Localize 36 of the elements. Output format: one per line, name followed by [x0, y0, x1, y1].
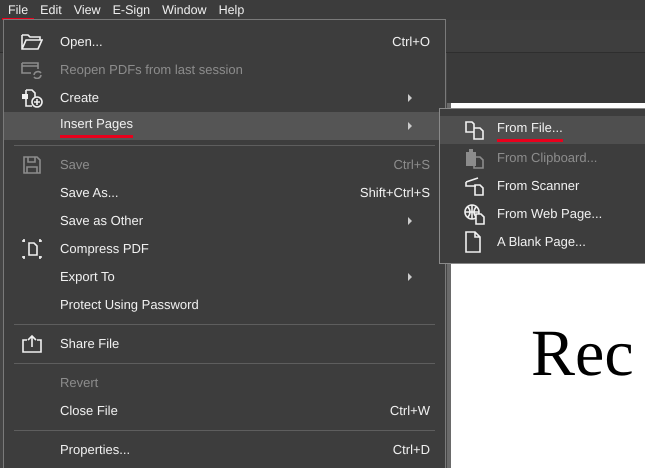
document-heading: Rec [531, 321, 634, 387]
document-plus-icon [21, 88, 43, 108]
shortcut-text: Ctrl+D [392, 441, 430, 460]
menu-item[interactable]: Share File [4, 330, 445, 358]
menu-item[interactable]: Create [4, 84, 445, 112]
menu-bar-item[interactable]: Window [156, 0, 213, 20]
menu-bar-item[interactable]: E-Sign [106, 0, 156, 20]
menu-item[interactable]: Open... Ctrl+O [4, 28, 445, 56]
clipboard-document-icon [464, 147, 486, 169]
submenu-arrow-icon [408, 273, 412, 281]
documents-icon [464, 120, 486, 140]
folder-icon [21, 33, 43, 51]
submenu-arrow-icon [408, 217, 412, 225]
menu-item[interactable]: Export To [4, 263, 445, 291]
shortcut-text: Ctrl+W [390, 402, 430, 420]
submenu-item[interactable]: A Blank Page... [440, 228, 645, 256]
shortcut-text: Shift+Ctrl+S [360, 184, 430, 202]
menu-item[interactable]: Properties... Ctrl+D [4, 436, 445, 464]
globe-document-icon [464, 203, 486, 225]
scanner-document-icon [464, 176, 486, 196]
submenu-arrow-icon [408, 122, 412, 130]
menu-bar-item[interactable]: Edit [34, 0, 68, 20]
submenu-item[interactable]: From File... [440, 116, 645, 144]
submenu-arrow-icon [408, 94, 412, 102]
menu-item[interactable]: Close File Ctrl+W [4, 397, 445, 425]
blank-page-icon [464, 231, 482, 253]
shortcut-text: Ctrl+S [394, 156, 430, 174]
menu-item[interactable]: Protect Using Password [4, 291, 445, 319]
compress-document-icon [21, 238, 43, 260]
share-icon [21, 334, 43, 354]
menu-bar-item[interactable]: Help [212, 0, 250, 20]
monitor-refresh-icon [21, 61, 43, 79]
menu-bar-item[interactable]: View [68, 0, 107, 20]
submenu-item[interactable]: From Web Page... [440, 200, 645, 228]
shortcut-text: Ctrl+O [392, 33, 430, 52]
submenu-item[interactable]: From Scanner [440, 172, 645, 200]
